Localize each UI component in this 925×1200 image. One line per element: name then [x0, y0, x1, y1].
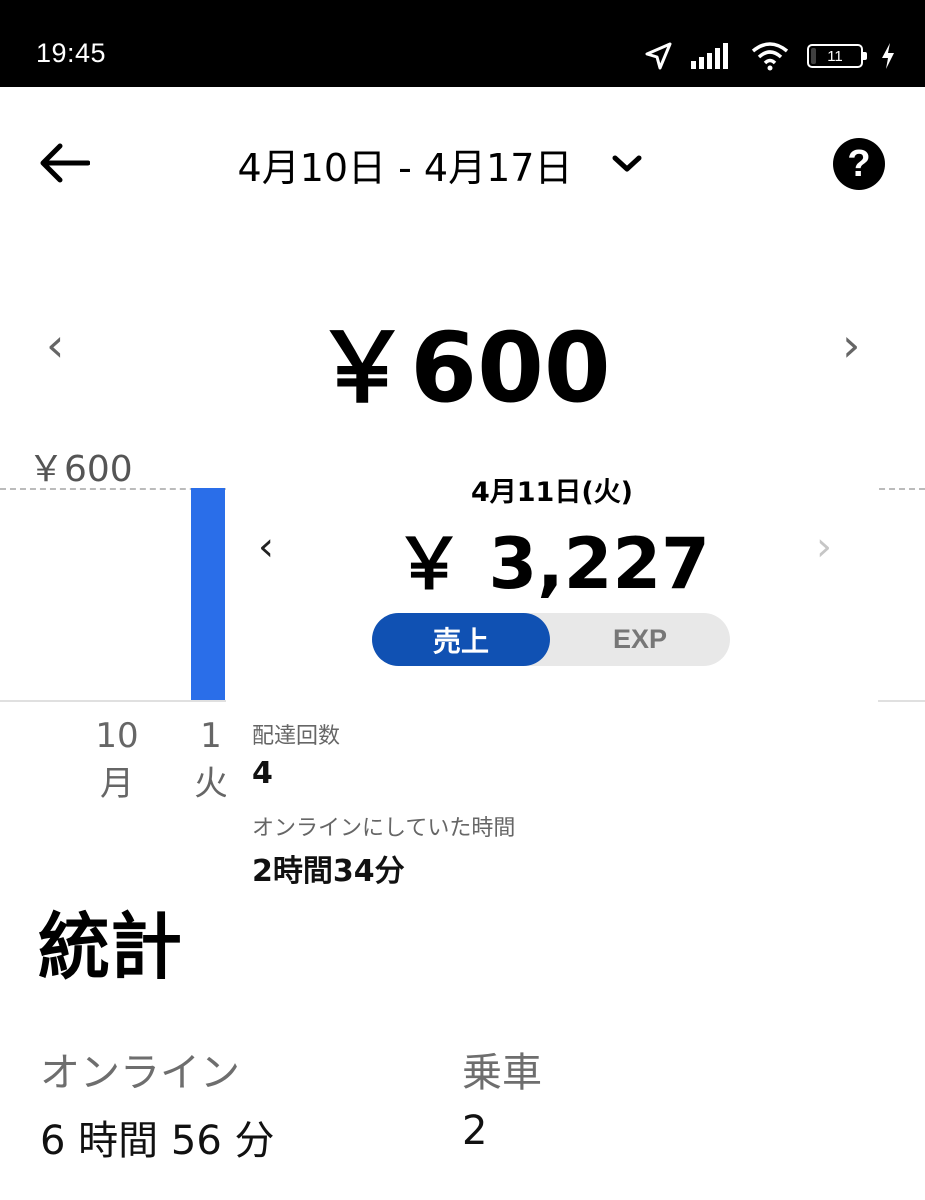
popup-next-day-button[interactable]: › [816, 524, 832, 570]
online-time-label: オンラインにしていた時間 [252, 816, 516, 841]
date-range-selector[interactable]: 4月10日 - 4月17日 [200, 136, 680, 192]
online-stat-value: 6 時間 56 分 [40, 1118, 275, 1164]
status-icons: 11 [643, 38, 895, 74]
chart-max-label: ￥600 [28, 449, 133, 490]
battery-level: 11 [827, 47, 843, 65]
deliveries-value: 4 [252, 756, 273, 791]
status-bar: 19:45 11 [0, 0, 925, 87]
signal-icon [691, 43, 728, 69]
battery-fill [811, 48, 816, 64]
online-time-value: 2時間34分 [252, 854, 405, 889]
chevron-down-icon [612, 155, 642, 172]
day-weekday: 月 [100, 764, 134, 804]
day-label-10[interactable]: 10 月 [86, 712, 148, 808]
weekly-total: ￥600 [314, 312, 611, 424]
back-button[interactable] [38, 138, 94, 188]
chart-bar-1[interactable] [191, 488, 225, 700]
toggle-sales[interactable]: 売上 [372, 613, 550, 666]
deliveries-label: 配達回数 [252, 724, 341, 749]
day-detail-popup: 4月11日(火) ‹ ￥ 3,227 › 売上 EXP 配達回数 4 オンライン… [226, 462, 878, 907]
help-button[interactable]: ? [833, 138, 885, 190]
online-stat-label: オンライン [40, 1050, 240, 1096]
back-arrow-icon [40, 143, 90, 183]
help-icon: ? [847, 142, 871, 185]
battery-icon: 11 [807, 44, 867, 68]
location-arrow-icon [645, 42, 672, 70]
popup-amount: ￥ 3,227 [394, 523, 710, 605]
earnings-toggle: 売上 EXP [372, 613, 730, 666]
date-range-text: 4月10日 - 4月17日 [237, 145, 573, 190]
stats-title: 統計 [38, 905, 183, 989]
day-number: 10 [95, 716, 139, 756]
rides-stat-label: 乗車 [462, 1050, 542, 1096]
wifi-icon [751, 42, 789, 71]
toggle-exp[interactable]: EXP [550, 613, 730, 666]
charging-bolt-icon [882, 43, 894, 69]
status-time: 19:45 [36, 38, 107, 68]
popup-date: 4月11日(火) [470, 477, 634, 508]
next-week-button[interactable]: › [842, 318, 860, 372]
rides-stat-value: 2 [462, 1108, 488, 1154]
